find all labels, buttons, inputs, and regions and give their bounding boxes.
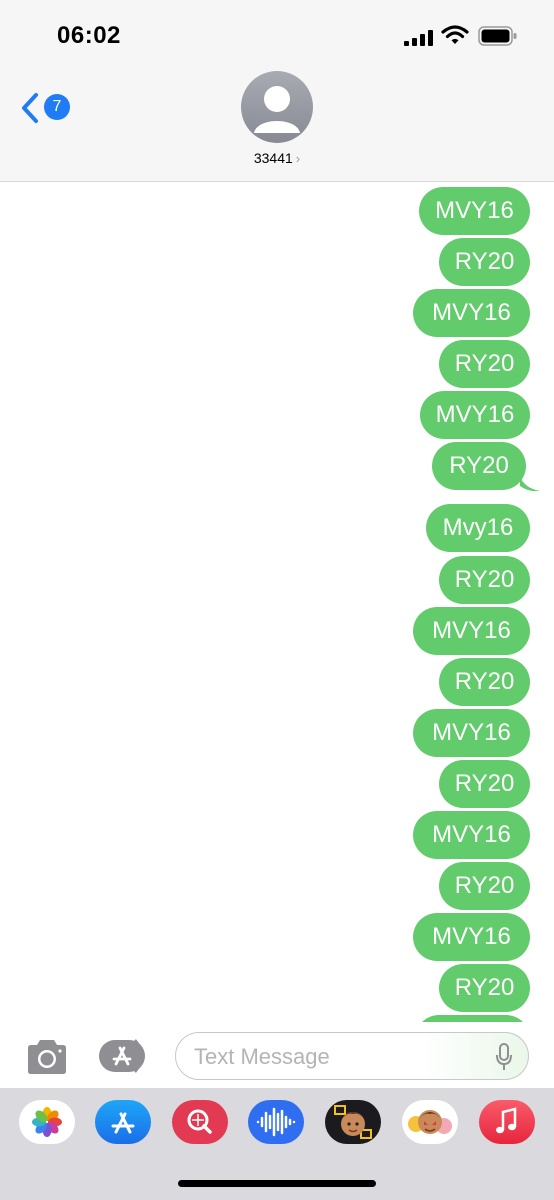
- photos-app-icon[interactable]: [19, 1100, 75, 1144]
- message-bubble[interactable]: RY20: [439, 556, 530, 604]
- cellular-signal-icon: [404, 30, 433, 46]
- message-bubble[interactable]: MVY16: [420, 391, 530, 439]
- wifi-icon: [441, 25, 469, 44]
- message-bubble[interactable]: MVY16: [413, 607, 530, 655]
- unread-count-badge: 7: [44, 94, 70, 120]
- status-time: 06:02: [57, 22, 121, 49]
- camera-icon[interactable]: [24, 1038, 70, 1076]
- contact-name-label: 33441: [253, 150, 293, 166]
- microphone-icon[interactable]: [494, 1042, 514, 1072]
- message-bubble[interactable]: RY20: [439, 238, 530, 286]
- battery-icon: [478, 26, 517, 46]
- home-indicator[interactable]: [178, 1180, 376, 1187]
- message-bubble[interactable]: RY20: [432, 442, 526, 490]
- message-bubble[interactable]: MVY16: [413, 709, 530, 757]
- memoji-icon[interactable]: [325, 1100, 381, 1144]
- message-bubble[interactable]: MVY16: [413, 811, 530, 859]
- person-icon: [254, 86, 300, 133]
- music-icon[interactable]: [479, 1100, 535, 1144]
- message-input[interactable]: Text Message: [175, 1032, 529, 1080]
- message-bubble[interactable]: RY20: [439, 964, 530, 1012]
- message-bubble[interactable]: RY20: [439, 862, 530, 910]
- bubble-tail: [520, 476, 540, 492]
- compose-bar: Text Message: [0, 1024, 554, 1090]
- app-store-icon: [99, 1039, 145, 1073]
- message-bubble[interactable]: RY20: [439, 340, 530, 388]
- chevron-right-icon: ›: [295, 151, 301, 166]
- message-thread[interactable]: MVY16 RY20 MVY16 RY20 MVY16 RY20 Mvy16 R…: [0, 182, 554, 1022]
- contact-avatar[interactable]: [241, 71, 313, 143]
- app-store-icon[interactable]: [95, 1100, 151, 1144]
- messages-screen: 7 33441 › 06:02 MVY16 RY20 MVY16 RY20 MV…: [0, 0, 554, 1200]
- message-bubble[interactable]: [415, 1015, 530, 1022]
- message-bubble[interactable]: RY20: [439, 760, 530, 808]
- message-bubble[interactable]: MVY16: [419, 187, 530, 235]
- message-bubble[interactable]: Mvy16: [426, 504, 530, 552]
- message-bubble[interactable]: MVY16: [413, 289, 530, 337]
- status-bar: 06:02: [0, 0, 554, 70]
- message-bubble[interactable]: MVY16: [413, 913, 530, 961]
- message-input-placeholder: Text Message: [194, 1044, 330, 1069]
- memoji-stickers-icon[interactable]: [402, 1100, 458, 1144]
- audio-message-icon[interactable]: [248, 1100, 304, 1144]
- apps-button[interactable]: [97, 1036, 153, 1076]
- contact-name[interactable]: 33441 ›: [0, 150, 554, 166]
- back-button[interactable]: 7: [20, 88, 80, 128]
- message-bubble[interactable]: RY20: [439, 658, 530, 706]
- chevron-left-icon: [22, 93, 38, 123]
- web-image-search-icon[interactable]: [172, 1100, 228, 1144]
